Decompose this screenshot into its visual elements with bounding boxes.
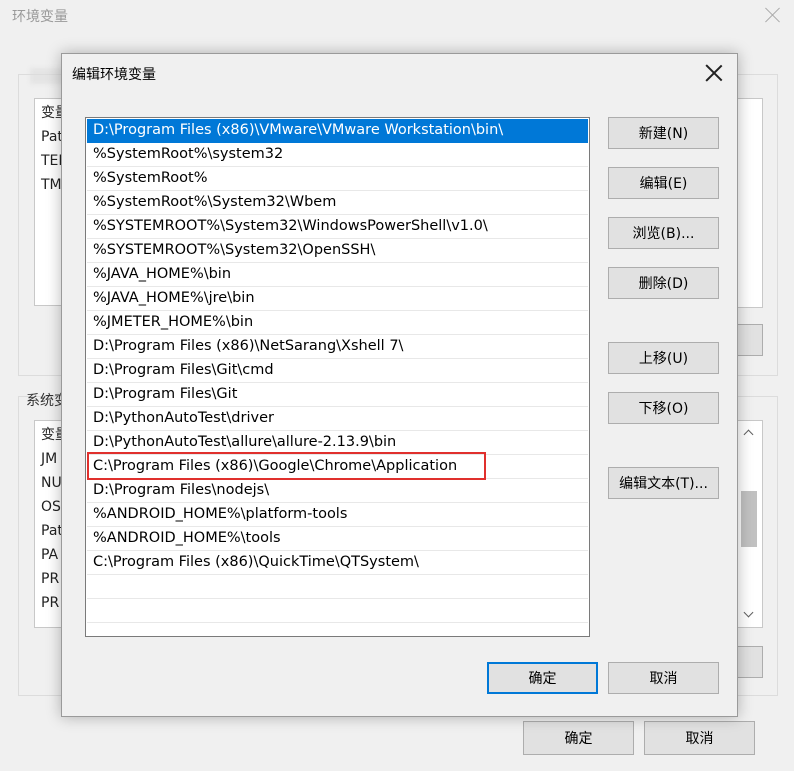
list-item[interactable]: PA	[35, 543, 63, 567]
dialog-title: 编辑环境变量	[72, 67, 156, 83]
path-list-item[interactable]: %SystemRoot%\system32	[87, 143, 588, 167]
move-down-button[interactable]: 下移(O)	[608, 392, 719, 424]
scroll-up-icon[interactable]	[743, 427, 755, 439]
path-list[interactable]: D:\Program Files (x86)\VMware\VMware Wor…	[85, 117, 590, 637]
list-item[interactable]: PR	[35, 591, 63, 615]
outer-cancel-button[interactable]: 取消	[644, 721, 755, 755]
move-up-button[interactable]: 上移(U)	[608, 342, 719, 374]
path-list-empty-row[interactable]	[87, 599, 588, 623]
path-list-item[interactable]: %SystemRoot%	[87, 167, 588, 191]
path-list-item[interactable]: D:\PythonAutoTest\allure\allure-2.13.9\b…	[87, 431, 588, 455]
list-item[interactable]: TEI	[35, 149, 63, 173]
system-variables-scrollbar[interactable]	[737, 420, 763, 628]
edit-environment-variable-dialog: 编辑环境变量 D:\Program Files (x86)\VMware\VMw…	[61, 53, 738, 717]
path-list-empty-row[interactable]	[87, 575, 588, 599]
user-variables-button-edge[interactable]	[737, 324, 763, 356]
path-list-item[interactable]: %ANDROID_HOME%\platform-tools	[87, 503, 588, 527]
list-item[interactable]: NU	[35, 471, 63, 495]
path-list-item[interactable]: %JAVA_HOME%\jre\bin	[87, 287, 588, 311]
outer-close-icon[interactable]	[764, 6, 782, 24]
path-list-item[interactable]: %SYSTEMROOT%\System32\WindowsPowerShell\…	[87, 215, 588, 239]
delete-button[interactable]: 删除(D)	[608, 267, 719, 299]
system-variables-list[interactable]: 变量 JM NU OS Pat PA PR PR	[34, 420, 64, 628]
path-list-item[interactable]: D:\Program Files (x86)\VMware\VMware Wor…	[87, 119, 588, 143]
path-list-item[interactable]: D:\Program Files\Git	[87, 383, 588, 407]
list-item[interactable]: 变量	[35, 423, 63, 447]
cancel-button[interactable]: 取消	[608, 662, 719, 694]
browse-button[interactable]: 浏览(B)...	[608, 217, 719, 249]
outer-window-title: 环境变量	[12, 9, 68, 25]
list-item[interactable]: Pat	[35, 125, 63, 149]
list-item[interactable]: OS	[35, 495, 63, 519]
path-list-item[interactable]: %JMETER_HOME%\bin	[87, 311, 588, 335]
outer-ok-button[interactable]: 确定	[523, 721, 634, 755]
path-list-item[interactable]: %JAVA_HOME%\bin	[87, 263, 588, 287]
scrollbar-thumb[interactable]	[741, 491, 757, 547]
list-item[interactable]: JM	[35, 447, 63, 471]
path-list-item[interactable]: C:\Program Files (x86)\QuickTime\QTSyste…	[87, 551, 588, 575]
path-list-item[interactable]: D:\PythonAutoTest\driver	[87, 407, 588, 431]
list-item[interactable]: Pat	[35, 519, 63, 543]
path-list-item[interactable]: %SYSTEMROOT%\System32\OpenSSH\	[87, 239, 588, 263]
user-variables-list[interactable]: 变量 Pat TEI TM	[34, 98, 64, 306]
list-item[interactable]: 变量	[35, 101, 63, 125]
system-variables-label: 系统变	[26, 393, 62, 409]
path-list-item[interactable]: %ANDROID_HOME%\tools	[87, 527, 588, 551]
path-list-item[interactable]: D:\Program Files\nodejs\	[87, 479, 588, 503]
path-list-item[interactable]: D:\Program Files (x86)\NetSarang\Xshell …	[87, 335, 588, 359]
new-button[interactable]: 新建(N)	[608, 117, 719, 149]
edit-text-button[interactable]: 编辑文本(T)...	[608, 467, 719, 499]
close-icon[interactable]	[705, 64, 723, 82]
list-item[interactable]: TM	[35, 173, 63, 197]
scroll-down-icon[interactable]	[743, 609, 755, 621]
system-variables-button-edge[interactable]	[737, 646, 763, 678]
user-variables-list-edge	[737, 98, 763, 308]
path-list-item[interactable]: %SystemRoot%\System32\Wbem	[87, 191, 588, 215]
edit-button[interactable]: 编辑(E)	[608, 167, 719, 199]
list-item[interactable]: PR	[35, 567, 63, 591]
path-list-item[interactable]: C:\Program Files (x86)\Google\Chrome\App…	[87, 455, 588, 479]
path-list-item[interactable]: D:\Program Files\Git\cmd	[87, 359, 588, 383]
ok-button[interactable]: 确定	[487, 662, 598, 694]
